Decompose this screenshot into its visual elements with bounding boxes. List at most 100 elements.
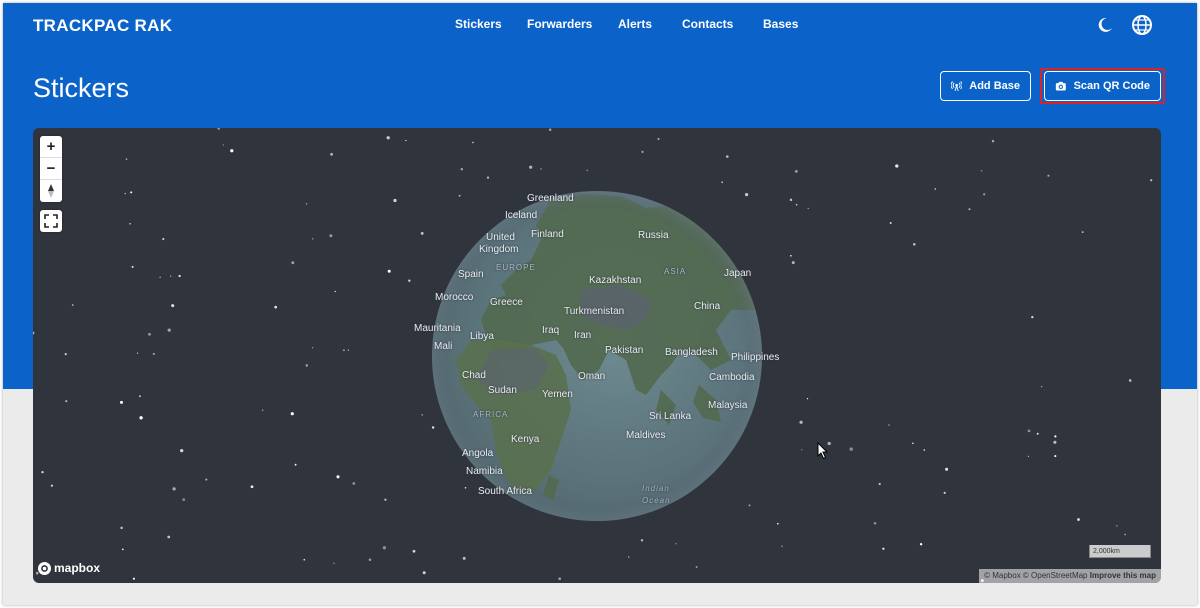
label-yemen: Yemen [542,389,573,400]
mapbox-logo-text: mapbox [54,561,101,575]
star [991,140,995,143]
app-window: TRACKPAC RAK Stickers Forwarders Alerts … [3,3,1197,605]
star [540,168,542,170]
star [290,412,294,416]
star [172,487,176,491]
star [983,193,986,196]
zoom-out-button[interactable]: − [40,158,62,180]
star [261,409,264,411]
star [1081,231,1084,234]
moon-icon[interactable] [1094,14,1116,36]
star [878,482,881,486]
star [148,332,151,336]
star [657,138,660,140]
star [222,144,224,146]
star [41,471,44,474]
label-sudan: Sudan [488,385,517,396]
star [1031,315,1034,319]
star [873,521,877,525]
star [305,364,309,367]
star [387,269,391,273]
star [806,398,809,400]
star [641,150,644,154]
label-philippines: Philippines [731,352,780,363]
label-morocco: Morocco [435,292,474,303]
star [303,558,306,561]
star [794,169,798,173]
fullscreen-icon [44,214,58,228]
nav-item-contacts[interactable]: Contacts [682,17,733,31]
star [1027,429,1031,433]
label-indian-ocean-1: Indian [642,484,670,493]
star [801,449,803,451]
mapbox-logo[interactable]: mapbox [38,561,100,575]
label-greece: Greece [490,297,523,308]
label-kenya: Kenya [511,434,540,445]
zoom-controls: + − [40,136,62,202]
star [182,498,186,501]
star [789,198,793,202]
nav-item-bases[interactable]: Bases [763,17,798,31]
star [1047,174,1050,177]
star [329,234,333,238]
star [347,349,350,351]
label-mauritania: Mauritania [414,323,461,334]
star [334,290,336,293]
label-japan: Japan [724,268,752,279]
fullscreen-button[interactable] [40,210,62,232]
map-view[interactable]: Greenland Iceland United Kingdom Finland… [33,128,1161,583]
nav-item-alerts[interactable]: Alerts [618,17,652,31]
nav-item-stickers[interactable]: Stickers [455,17,502,31]
globe-language-icon[interactable] [1131,14,1153,36]
scale-bar: 2,000km [1089,545,1151,558]
star [529,165,533,169]
label-namibia: Namibia [466,466,503,477]
label-libya: Libya [470,331,494,342]
star [968,208,971,211]
star [807,207,809,210]
zoom-in-button[interactable]: + [40,136,62,158]
star [312,347,314,349]
compass-button[interactable] [40,180,62,202]
label-europe: EUROPE [496,263,536,272]
star [336,475,340,479]
star [368,558,372,561]
star [1040,385,1043,388]
star [422,571,426,575]
star [462,556,466,560]
star [159,276,161,279]
label-finland: Finland [531,229,564,240]
label-sri-lanka: Sri Lanka [649,411,692,422]
star [934,188,937,190]
star [1054,455,1057,458]
label-iran: Iran [574,330,592,341]
star [274,305,278,309]
star [65,400,68,403]
star [628,556,630,558]
star [384,498,387,501]
brand-logo[interactable]: TRACKPAC RAK [33,16,172,36]
compass-icon [48,184,54,198]
star [421,414,423,416]
label-turkmenistan: Turkmenistan [564,306,625,317]
label-pakistan: Pakistan [605,345,644,356]
label-kazakhstan: Kazakhstan [589,275,642,286]
star [1054,435,1057,438]
label-china: China [694,301,721,312]
add-base-button[interactable]: Add Base [940,71,1031,101]
star [548,128,552,131]
label-greenland: Greenland [527,193,574,204]
star [1128,379,1132,382]
star [291,261,295,265]
star [849,447,853,451]
star [1077,518,1080,521]
star [1116,525,1118,527]
star [124,192,126,195]
star [420,231,424,235]
mouse-cursor-icon [817,442,829,460]
label-iraq: Iraq [542,325,560,336]
nav-item-forwarders[interactable]: Forwarders [527,17,592,31]
label-angola: Angola [462,448,494,459]
improve-map-link[interactable]: Improve this map [1090,571,1156,580]
star [132,577,135,580]
